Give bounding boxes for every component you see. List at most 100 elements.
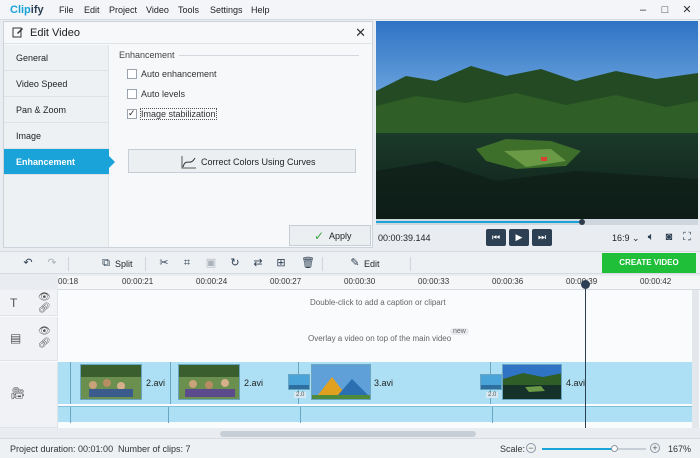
clip-thumbnail[interactable] bbox=[311, 364, 371, 400]
camera-icon: 🎥︎ bbox=[10, 386, 26, 400]
volume-icon[interactable]: 🔈︎ bbox=[645, 231, 657, 243]
audio-clip-handle[interactable] bbox=[168, 407, 169, 423]
edit-pencil-icon[interactable]: ✎ bbox=[349, 257, 361, 269]
overlay-track-header: ▤ 👁︎ 🔗︎ bbox=[0, 317, 58, 361]
menu-edit[interactable]: Edit bbox=[84, 5, 100, 15]
fullscreen-icon[interactable]: ⛶ bbox=[681, 231, 693, 243]
auto-enhancement-label: Auto enhancement bbox=[141, 69, 217, 79]
close-icon[interactable]: ✕ bbox=[355, 25, 366, 41]
playhead-handle[interactable] bbox=[581, 280, 590, 289]
scale-slider-handle[interactable] bbox=[610, 445, 618, 452]
timeline-ruler[interactable]: 00:18 00:00:21 00:00:24 00:00:27 00:00:3… bbox=[58, 276, 700, 290]
correct-colors-curves-button[interactable]: Correct Colors Using Curves bbox=[128, 149, 356, 173]
ruler-tick-label: 00:00:21 bbox=[122, 277, 154, 286]
add-media-icon[interactable]: ⊞ bbox=[275, 257, 287, 269]
link-icon[interactable]: 🔗︎ bbox=[38, 304, 51, 314]
audio-clip-handle[interactable] bbox=[492, 407, 493, 423]
scale-slider[interactable] bbox=[542, 445, 646, 452]
transition-thumbnail[interactable] bbox=[288, 374, 310, 390]
edit-video-panel: Edit Video ✕ General Video Speed Pan & Z… bbox=[3, 21, 373, 248]
playback-progress-handle[interactable] bbox=[579, 219, 586, 225]
overlay-track-hint[interactable]: Overlay a video on top of the main video bbox=[308, 334, 451, 343]
minimize-icon[interactable]: – bbox=[636, 3, 650, 17]
auto-enhancement-checkbox[interactable] bbox=[127, 69, 137, 79]
toolbar-divider bbox=[322, 257, 323, 271]
eye-icon[interactable]: 👁︎ bbox=[38, 327, 51, 337]
zoom-out-icon[interactable]: − bbox=[526, 443, 536, 453]
transition-thumbnail[interactable] bbox=[480, 374, 502, 390]
tab-general[interactable]: General bbox=[4, 45, 109, 71]
audio-track[interactable] bbox=[58, 406, 692, 423]
split-icon[interactable]: ⧉ bbox=[100, 257, 112, 269]
playback-progress-bar[interactable] bbox=[376, 219, 698, 225]
image-stabilization-checkbox[interactable] bbox=[127, 108, 137, 119]
skip-back-button[interactable]: ⏮ bbox=[486, 229, 506, 246]
cut-icon[interactable]: ✂ bbox=[158, 257, 170, 269]
toolbar-divider bbox=[68, 257, 69, 271]
curves-icon bbox=[181, 156, 196, 169]
menu-help[interactable]: Help bbox=[251, 5, 270, 15]
undo-icon[interactable]: ↶ bbox=[22, 257, 34, 269]
video-preview[interactable] bbox=[376, 21, 698, 219]
ruler-tick-label: 00:00:33 bbox=[418, 277, 450, 286]
clip-thumbnail[interactable] bbox=[502, 364, 562, 400]
panel-header: Edit Video ✕ bbox=[4, 22, 372, 44]
fit-icon[interactable]: ▣ bbox=[205, 257, 217, 269]
close-window-icon[interactable]: ✕ bbox=[680, 3, 694, 17]
edit-button[interactable]: Edit bbox=[364, 259, 380, 269]
text-icon: T bbox=[10, 296, 18, 310]
link-icon[interactable]: 🔗︎ bbox=[38, 339, 51, 349]
clip-handle[interactable] bbox=[170, 362, 171, 404]
aspect-ratio-select[interactable]: 16:9 ⌄ bbox=[612, 233, 640, 244]
playhead-line[interactable] bbox=[585, 280, 586, 428]
clip-thumbnail[interactable] bbox=[80, 364, 142, 400]
panel-sidebar: General Video Speed Pan & Zoom Image Enh… bbox=[4, 45, 115, 247]
horizontal-scrollbar[interactable] bbox=[220, 431, 476, 437]
play-button[interactable]: ▶ bbox=[509, 229, 529, 246]
tab-video-speed[interactable]: Video Speed bbox=[4, 71, 109, 97]
new-badge: new bbox=[450, 328, 469, 335]
menu-file[interactable]: File bbox=[59, 5, 74, 15]
tab-enhancement[interactable]: Enhancement bbox=[4, 149, 115, 175]
enhancement-content: Enhancement Auto enhancement Auto levels… bbox=[111, 45, 371, 225]
tab-pan-zoom[interactable]: Pan & Zoom bbox=[4, 97, 109, 123]
menu-project[interactable]: Project bbox=[109, 5, 137, 15]
delete-icon[interactable]: 🗑︎ bbox=[301, 257, 315, 269]
rotate-icon[interactable]: ↻ bbox=[229, 257, 241, 269]
auto-levels-checkbox[interactable] bbox=[127, 89, 137, 99]
snapshot-icon[interactable]: ◙ bbox=[663, 231, 675, 243]
replace-icon[interactable]: ⇄ bbox=[252, 257, 264, 269]
section-label: Enhancement bbox=[119, 50, 175, 60]
split-button[interactable]: Split bbox=[115, 259, 133, 269]
create-video-button[interactable]: CREATE VIDEO bbox=[602, 253, 696, 273]
caption-track-hint[interactable]: Double-click to add a caption or clipart bbox=[310, 298, 446, 307]
toolbar-divider bbox=[145, 257, 146, 271]
zoom-in-icon[interactable]: + bbox=[650, 443, 660, 453]
eye-icon[interactable]: 👁︎ bbox=[38, 293, 51, 303]
menu-video[interactable]: Video bbox=[146, 5, 169, 15]
panel-title: Edit Video bbox=[30, 27, 80, 39]
main-video-track[interactable]: 2.avi 2.avi 2.0 3.avi 2.0 4.avi bbox=[58, 362, 692, 404]
audio-clip-handle[interactable] bbox=[300, 407, 301, 423]
tab-image[interactable]: Image bbox=[4, 123, 109, 149]
curves-button-label: Correct Colors Using Curves bbox=[201, 157, 316, 167]
app-logo: Clipify bbox=[10, 4, 44, 16]
clip-name: 2.avi bbox=[244, 378, 264, 388]
timecode: 00:00:39.144 bbox=[378, 233, 431, 243]
caption-track-header: T 👁︎ 🔗︎ bbox=[0, 290, 58, 316]
clip-handle[interactable] bbox=[70, 362, 71, 404]
clip-thumbnail[interactable] bbox=[178, 364, 240, 400]
crop-icon[interactable]: ⌗ bbox=[181, 257, 193, 269]
menu-tools[interactable]: Tools bbox=[178, 5, 199, 15]
clip-name: 4.avi bbox=[566, 378, 586, 388]
apply-button[interactable]: ✓ Apply bbox=[289, 225, 371, 246]
skip-forward-button[interactable]: ⏭ bbox=[532, 229, 552, 246]
vertical-scrollbar[interactable] bbox=[692, 290, 699, 428]
scale-slider-fill bbox=[542, 448, 615, 450]
menu-settings[interactable]: Settings bbox=[210, 5, 243, 15]
timeline-tracks: T 👁︎ 🔗︎ ▤ 👁︎ 🔗︎ 🎥︎ Double-click to add a… bbox=[0, 290, 700, 428]
clip-name: 2.avi bbox=[146, 378, 166, 388]
redo-icon[interactable]: ↷ bbox=[46, 257, 58, 269]
maximize-icon[interactable]: □ bbox=[658, 3, 672, 17]
audio-clip-handle[interactable] bbox=[70, 407, 71, 423]
